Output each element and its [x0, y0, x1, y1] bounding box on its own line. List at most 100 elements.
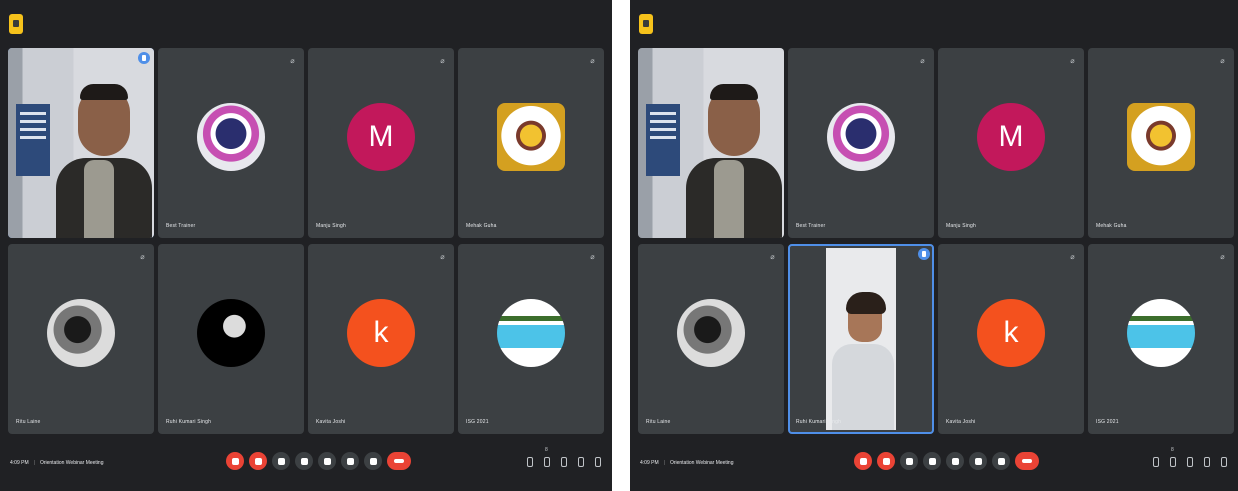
avatar: M: [347, 103, 415, 171]
participant-tile[interactable]: ⌀ Best Trainer: [788, 48, 934, 238]
participant-tile[interactable]: ⌀ ISG 2021: [458, 244, 604, 434]
participant-tile[interactable]: ⌀ Best Trainer: [158, 48, 304, 238]
host-hair: [80, 84, 128, 100]
present-button[interactable]: [318, 452, 336, 470]
camera-toggle-button[interactable]: [877, 452, 895, 470]
end-call-button[interactable]: [387, 452, 411, 470]
activities-icon[interactable]: [1203, 457, 1211, 467]
mic-off-icon: ⌀: [140, 254, 145, 261]
end-call-button[interactable]: [1015, 452, 1039, 470]
camera-toggle-button[interactable]: [249, 452, 267, 470]
more-options-button[interactable]: [364, 452, 382, 470]
participant-tile[interactable]: Ruhi Kumari Singh: [158, 244, 304, 434]
mic-off-icon: ⌀: [290, 58, 295, 65]
present-icon: [323, 457, 331, 465]
present-button[interactable]: [946, 452, 964, 470]
top-bar: [630, 0, 1238, 44]
meeting-title: Orientation Webinar Meeting: [669, 460, 734, 466]
mic-off-icon: ⌀: [770, 254, 775, 261]
chat-icon[interactable]: [1186, 457, 1194, 467]
host-controls-icon[interactable]: [594, 457, 602, 467]
participant-name: Manju Singh: [316, 223, 346, 229]
captions-button[interactable]: [900, 452, 918, 470]
top-bar: [0, 0, 612, 44]
people-count-badge: 8: [545, 447, 548, 453]
camera-off-icon: [254, 457, 262, 465]
raise-hand-icon: [300, 457, 308, 465]
participant-name: Ruhi Kumari Singh: [166, 419, 212, 425]
app-logo-icon: [639, 14, 653, 34]
raise-hand-button[interactable]: [295, 452, 313, 470]
participant-name: Manju Singh: [946, 223, 976, 229]
end-call-icon: [394, 459, 404, 463]
mic-off-icon: ⌀: [1070, 58, 1075, 65]
reactions-icon: [346, 457, 354, 465]
participant-tile[interactable]: ⌀ M Manju Singh: [308, 48, 454, 238]
mic-off-icon: ⌀: [1070, 254, 1075, 261]
present-icon: [951, 457, 959, 465]
raise-hand-icon: [928, 457, 936, 465]
mic-off-icon: [231, 457, 239, 465]
participant-name: Ritu Laine: [16, 419, 41, 425]
guest-hair: [846, 292, 886, 314]
avatar: [497, 299, 565, 367]
captions-icon: [905, 457, 913, 465]
separator: |: [663, 460, 665, 466]
meeting-details[interactable]: 4:09 PM | Orientation Webinar Meeting: [10, 460, 104, 466]
captions-button[interactable]: [272, 452, 290, 470]
reactions-button[interactable]: [969, 452, 987, 470]
mic-off-icon: ⌀: [1220, 58, 1225, 65]
speaking-indicator-icon: [918, 248, 930, 260]
mic-off-icon: ⌀: [590, 58, 595, 65]
side-panel-buttons: 8: [1152, 447, 1228, 467]
chat-icon[interactable]: [560, 457, 568, 467]
participant-tile[interactable]: ⌀ Ritu Laine: [638, 244, 784, 434]
participant-tile-host[interactable]: [8, 48, 154, 238]
mic-off-icon: [859, 457, 867, 465]
participant-name: Kavita Joshi: [316, 419, 346, 425]
avatar: M: [977, 103, 1045, 171]
mic-toggle-button[interactable]: [226, 452, 244, 470]
poster-banner: [16, 104, 50, 176]
people-icon[interactable]: 8: [1169, 447, 1177, 467]
avatar: k: [347, 299, 415, 367]
host-video: [638, 48, 784, 238]
avatar: [197, 103, 265, 171]
people-count-badge: 8: [1171, 447, 1174, 453]
participant-tile-speaking[interactable]: Ruhi Kumari Singh: [788, 244, 934, 434]
avatar: [1127, 299, 1195, 367]
guest-video: [826, 248, 896, 430]
mic-off-icon: ⌀: [440, 254, 445, 261]
meeting-time: 4:09 PM: [640, 460, 659, 466]
reactions-button[interactable]: [341, 452, 359, 470]
people-icon[interactable]: 8: [543, 447, 551, 467]
speaking-indicator-icon: [138, 52, 150, 64]
avatar: [47, 299, 115, 367]
avatar: k: [977, 299, 1045, 367]
participant-tile[interactable]: ⌀ M Manju Singh: [938, 48, 1084, 238]
participant-tile[interactable]: ⌀ ISG 2021: [1088, 244, 1234, 434]
meeting-details[interactable]: 4:09 PM | Orientation Webinar Meeting: [640, 460, 734, 466]
host-controls-icon[interactable]: [1220, 457, 1228, 467]
activities-icon[interactable]: [577, 457, 585, 467]
participant-tile[interactable]: ⌀ Mehak Guha: [1088, 48, 1234, 238]
participant-grid: ⌀ Best Trainer ⌀ M Manju Singh ⌀ Mehak G…: [8, 48, 604, 434]
info-icon[interactable]: [1152, 457, 1160, 467]
participant-tile[interactable]: ⌀ k Kavita Joshi: [938, 244, 1084, 434]
participant-tile[interactable]: ⌀ k Kavita Joshi: [308, 244, 454, 434]
end-call-icon: [1022, 459, 1032, 463]
poster-banner: [646, 104, 680, 176]
participant-tile[interactable]: ⌀ Ritu Laine: [8, 244, 154, 434]
mic-off-icon: ⌀: [590, 254, 595, 261]
info-icon[interactable]: [526, 457, 534, 467]
more-options-icon: [369, 457, 377, 465]
mic-toggle-button[interactable]: [854, 452, 872, 470]
guest-body: [832, 344, 894, 430]
avatar: [497, 103, 565, 171]
participant-tile-host[interactable]: [638, 48, 784, 238]
participant-tile[interactable]: ⌀ Mehak Guha: [458, 48, 604, 238]
raise-hand-button[interactable]: [923, 452, 941, 470]
separator: |: [33, 460, 35, 466]
participant-name: Mehak Guha: [1096, 223, 1127, 229]
more-options-button[interactable]: [992, 452, 1010, 470]
